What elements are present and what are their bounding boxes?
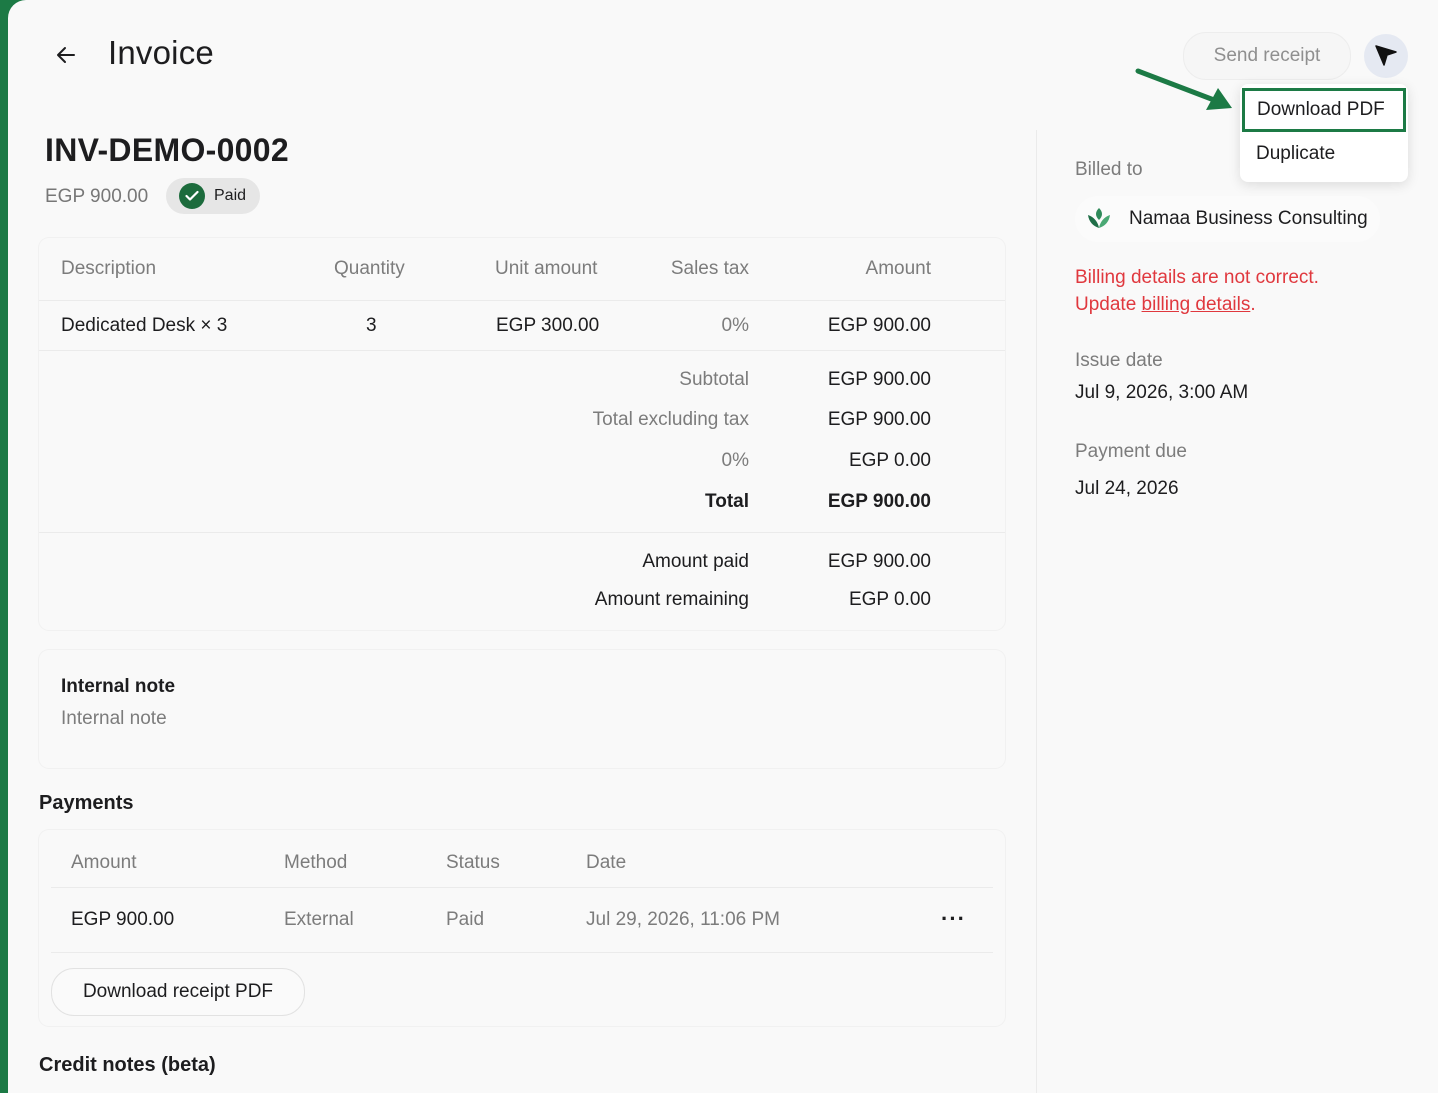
payments-header-date: Date (586, 852, 627, 873)
divider (39, 532, 1005, 533)
internal-note-title: Internal note (61, 676, 176, 697)
divider (39, 350, 1005, 351)
download-receipt-pdf-button[interactable]: Download receipt PDF (51, 968, 305, 1016)
payment-due-value: Jul 24, 2026 (1075, 478, 1179, 499)
internal-note-input[interactable]: Internal note (61, 708, 167, 730)
payments-header-amount: Amount (71, 852, 137, 873)
customer-name: Namaa Business Consulting (1129, 208, 1368, 229)
item-description: Dedicated Desk × 3 (61, 315, 228, 336)
column-header-unit-amount: Unit amount (495, 258, 598, 279)
back-button[interactable] (48, 38, 84, 72)
payment-amount: EGP 900.00 (71, 909, 175, 930)
billing-error-message: Billing details are not correct. Update … (1075, 264, 1319, 318)
status-badge: Paid (166, 178, 260, 214)
annotation-arrow-icon (1135, 68, 1232, 110)
billing-error-suffix: . (1250, 294, 1256, 315)
cursor-arrow-icon (1375, 45, 1397, 66)
line-items-card: Description Quantity Unit amount Sales t… (39, 238, 1005, 630)
subtotal-value: EGP 900.00 (827, 369, 931, 390)
invoice-page: Invoice Send receipt Download PDF Duplic… (8, 0, 1438, 1093)
customer-chip[interactable]: Namaa Business Consulting (1075, 196, 1380, 242)
billing-error-update-line: Update billing details. (1075, 291, 1319, 318)
internal-note-card[interactable]: Internal note Internal note (39, 650, 1005, 768)
check-icon (179, 183, 205, 209)
invoice-amount: EGP 900.00 (45, 186, 149, 207)
issue-date-label: Issue date (1075, 350, 1163, 371)
amount-remaining-value: EGP 0.00 (848, 589, 931, 610)
amount-paid-value: EGP 900.00 (827, 551, 931, 572)
divider (39, 300, 1005, 301)
total-excluding-tax-value: EGP 900.00 (827, 409, 931, 430)
actions-dropdown-menu: Download PDF Duplicate (1240, 84, 1408, 182)
payments-card: Amount Method Status Date EGP 900.00 Ext… (39, 830, 1005, 1026)
credit-notes-section-title: Credit notes (beta) (39, 1054, 216, 1076)
billed-to-label: Billed to (1075, 159, 1143, 180)
item-sales-tax: 0% (721, 315, 749, 336)
amount-remaining-label: Amount remaining (594, 589, 749, 610)
payments-section-title: Payments (39, 792, 134, 814)
divider (51, 952, 993, 953)
column-header-quantity: Quantity (334, 258, 405, 279)
status-badge-label: Paid (214, 187, 247, 204)
page-title: Invoice (108, 34, 214, 71)
total-excluding-tax-label: Total excluding tax (592, 409, 749, 430)
payments-header-method: Method (284, 852, 348, 873)
payment-method: External (284, 909, 354, 930)
top-bar: Invoice Send receipt (8, 0, 1438, 110)
sidebar-divider (1036, 130, 1037, 1093)
item-amount: EGP 900.00 (827, 315, 931, 336)
invoice-number: INV-DEMO-0002 (45, 132, 289, 168)
tax-value: EGP 0.00 (848, 450, 931, 471)
tax-rate-label: 0% (721, 450, 749, 471)
leaf-logo-icon (1088, 208, 1110, 228)
payment-due-label: Payment due (1075, 441, 1187, 462)
amount-paid-label: Amount paid (642, 551, 749, 572)
more-actions-button[interactable] (1364, 34, 1408, 78)
item-unit-amount: EGP 300.00 (496, 315, 600, 336)
total-value: EGP 900.00 (827, 491, 931, 512)
payment-more-button[interactable]: ··· (941, 906, 966, 932)
payment-date: Jul 29, 2026, 11:06 PM (586, 909, 780, 930)
total-label: Total (705, 491, 749, 512)
issue-date-value: Jul 9, 2026, 3:00 AM (1075, 382, 1249, 403)
subtotal-label: Subtotal (679, 369, 749, 390)
payment-status: Paid (446, 909, 485, 930)
column-header-amount: Amount (865, 258, 931, 279)
menu-item-download-pdf[interactable]: Download PDF (1242, 88, 1406, 132)
menu-item-duplicate[interactable]: Duplicate (1240, 132, 1408, 176)
arrow-left-icon (57, 47, 75, 63)
item-quantity: 3 (366, 315, 377, 336)
divider (51, 887, 993, 888)
column-header-description: Description (61, 258, 157, 279)
billing-error-line: Billing details are not correct. (1075, 267, 1319, 288)
column-header-sales-tax: Sales tax (670, 258, 749, 279)
billing-error-prefix: Update (1075, 294, 1142, 315)
billing-details-link[interactable]: billing details (1142, 294, 1251, 315)
payments-header-status: Status (446, 852, 500, 873)
